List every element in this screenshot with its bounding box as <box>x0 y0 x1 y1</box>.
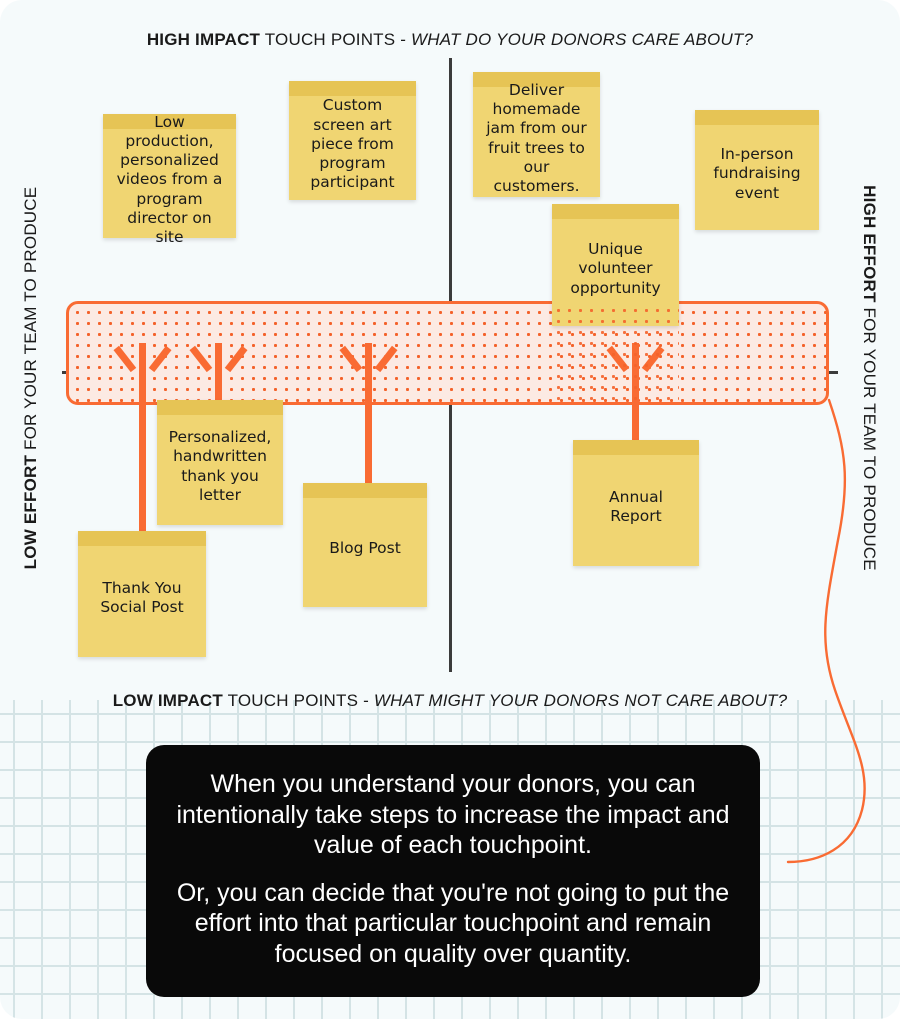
note-text: Low production, personalized videos from… <box>116 112 223 247</box>
heading-low-effort: LOW EFFORT FOR YOUR TEAM TO PRODUCE <box>21 163 41 593</box>
note-personalized-thank-you-letter[interactable]: Personalized, handwritten thank you lett… <box>157 400 283 525</box>
heading-high-impact-normal: TOUCH POINTS - <box>260 30 412 49</box>
callout-box: When you understand your donors, you can… <box>146 745 760 997</box>
note-text: In-person fundraising event <box>713 145 801 202</box>
heading-low-impact: LOW IMPACT TOUCH POINTS - WHAT MIGHT YOU… <box>113 691 788 711</box>
heading-low-impact-normal: TOUCH POINTS - <box>222 691 374 710</box>
heading-high-impact-italic: WHAT DO YOUR DONORS CARE ABOUT? <box>411 30 754 49</box>
note-in-person-fundraising-event[interactable]: In-person fundraising event <box>695 110 819 230</box>
effort-highlight-band <box>66 301 829 405</box>
heading-high-impact-bold: HIGH IMPACT <box>146 30 261 49</box>
heading-low-impact-italic: WHAT MIGHT YOUR DONORS NOT CARE ABOUT? <box>373 691 788 710</box>
note-text: Unique volunteer opportunity <box>570 240 661 297</box>
arrow-thank-you-social-post <box>139 343 146 547</box>
note-text: Blog Post <box>329 539 401 558</box>
heading-low-effort-normal: FOR YOUR TEAM TO PRODUCE <box>21 186 40 455</box>
note-text: Personalized, handwritten thank you lett… <box>168 428 272 504</box>
note-homemade-jam[interactable]: Deliver homemade jam from our fruit tree… <box>473 72 600 197</box>
note-blog-post[interactable]: Blog Post <box>303 483 427 607</box>
note-low-production-videos[interactable]: Low production, personalized videos from… <box>103 113 236 246</box>
note-text: Annual Report <box>609 487 663 525</box>
note-annual-report[interactable]: Annual Report <box>573 440 699 566</box>
heading-high-effort-bold: HIGH EFFORT <box>860 185 879 303</box>
note-text: Thank You Social Post <box>100 578 184 616</box>
heading-high-effort-normal: FOR YOUR TEAM TO PRODUCE <box>860 302 879 571</box>
arrow-blog-post <box>365 343 372 491</box>
note-text: Custom screen art piece from program par… <box>310 96 395 192</box>
note-custom-screen-art[interactable]: Custom screen art piece from program par… <box>289 81 416 200</box>
heading-low-impact-bold: LOW IMPACT <box>112 691 223 710</box>
callout-paragraph-2: Or, you can decide that you're not going… <box>176 878 730 968</box>
band-overlay-on-volunteer-note <box>552 304 679 402</box>
heading-high-effort: HIGH EFFORT FOR YOUR TEAM TO PRODUCE <box>859 163 879 593</box>
heading-low-effort-bold: LOW EFFORT <box>21 454 40 570</box>
note-text: Deliver homemade jam from our fruit tree… <box>486 80 587 195</box>
matrix-infographic: HIGH IMPACT TOUCH POINTS - WHAT DO YOUR … <box>0 0 900 1019</box>
note-thank-you-social-post[interactable]: Thank You Social Post <box>78 531 206 657</box>
heading-high-impact: HIGH IMPACT TOUCH POINTS - WHAT DO YOUR … <box>147 30 753 50</box>
callout-paragraph-1: When you understand your donors, you can… <box>176 770 730 859</box>
